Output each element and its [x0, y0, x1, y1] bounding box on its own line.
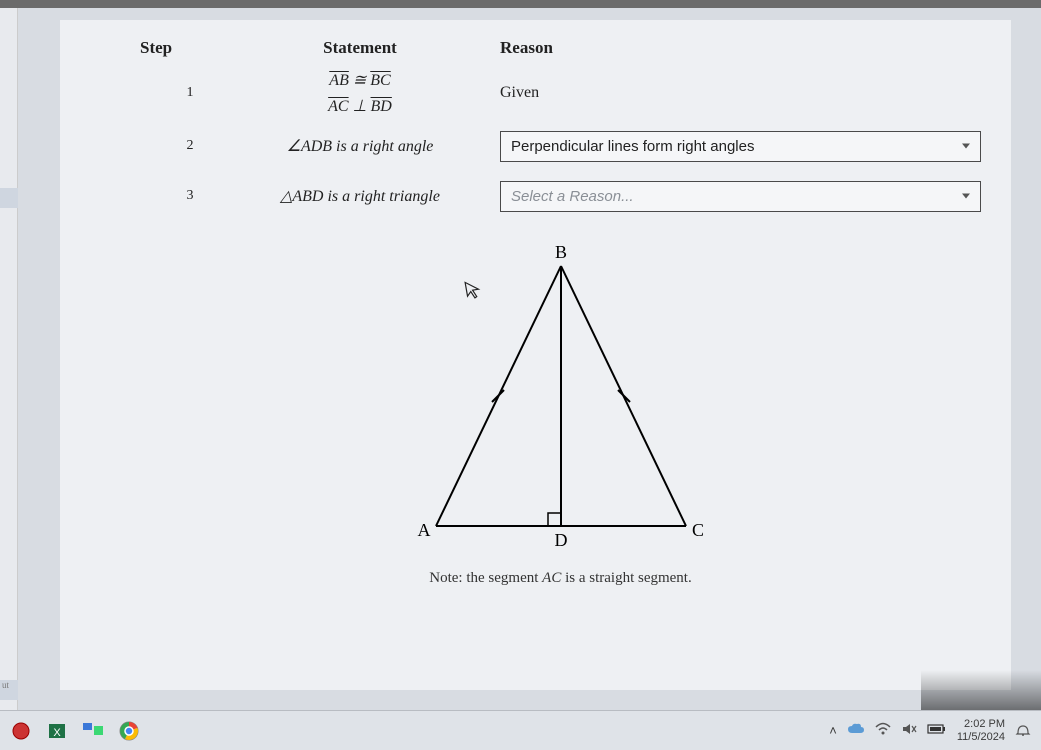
tray-clock[interactable]: 2:02 PM 11/5/2024 [957, 718, 1005, 742]
taskbar-app-icon[interactable] [10, 720, 32, 742]
reason-cell: Perpendicular lines form right angles [480, 131, 981, 162]
taskbar-excel-icon[interactable]: X [46, 720, 68, 742]
statement-cell: AB ≅ BC AC ⊥ BD [240, 70, 480, 116]
taskbar-monitor-icon[interactable] [82, 720, 104, 742]
congruent-symbol: ≅ [349, 72, 370, 89]
cloud-icon[interactable] [847, 722, 865, 739]
proof-row: 3 △ABD is a right triangle Select a Reas… [140, 176, 981, 216]
sound-muted-icon[interactable] [901, 722, 917, 739]
taskbar-left-icons: X [10, 720, 140, 742]
battery-icon[interactable] [927, 723, 947, 738]
note-segment: AC [542, 570, 561, 586]
step-number: 2 [140, 138, 240, 154]
svg-text:X: X [53, 727, 61, 739]
tray-caret-icon[interactable]: ˄ [829, 723, 837, 738]
proof-table-header: Step Statement Reason [140, 38, 981, 58]
segment-ab: AB [329, 72, 349, 89]
statement-cell: △ABD is a right triangle [240, 186, 480, 206]
window-top-edge [0, 0, 1041, 8]
segment-bd: BD [371, 98, 392, 115]
wifi-icon[interactable] [875, 722, 891, 739]
figure-note: Note: the segment AC is a straight segme… [429, 570, 691, 587]
triangle-diagram: B A D C [396, 236, 726, 556]
taskbar-chrome-icon[interactable] [118, 720, 140, 742]
system-tray: ˄ 2:02 PM 11/5/2024 [829, 718, 1031, 742]
sidebar-tab[interactable] [0, 188, 18, 208]
reason-cell: Select a Reason... [480, 181, 981, 212]
vertex-d-label: D [554, 530, 567, 550]
header-reason: Reason [480, 38, 981, 58]
reason-dropdown[interactable]: Select a Reason... [500, 181, 981, 212]
vertex-a-label: A [417, 520, 430, 540]
tray-time: 2:02 PM [957, 718, 1005, 730]
segment-ac: AC [328, 98, 348, 115]
tray-date: 11/5/2024 [957, 731, 1005, 743]
vertex-b-label: B [554, 242, 566, 262]
segment-bc: BC [370, 72, 390, 89]
windows-taskbar[interactable]: X ˄ 2:02 PM 11/5/2024 [0, 710, 1041, 750]
perpendicular-symbol: ⊥ [349, 98, 371, 115]
header-statement: Statement [240, 38, 480, 58]
step-number: 1 [140, 85, 240, 101]
vertex-c-label: C [691, 520, 703, 540]
step-number: 3 [140, 188, 240, 204]
header-step: Step [140, 38, 240, 58]
note-prefix: Note: the segment [429, 570, 542, 586]
note-suffix: is a straight segment. [561, 570, 691, 586]
left-sidebar-strip: ut [0, 8, 18, 710]
sidebar-tab-label[interactable]: ut [0, 680, 18, 700]
proof-row: 2 ∠ADB is a right angle Perpendicular li… [140, 126, 981, 166]
reason-dropdown[interactable]: Perpendicular lines form right angles [500, 131, 981, 162]
dropdown-value: Perpendicular lines form right angles [511, 138, 754, 155]
proof-content-panel: Step Statement Reason 1 AB ≅ BC AC ⊥ BD … [60, 20, 1011, 690]
proof-row: 1 AB ≅ BC AC ⊥ BD Given [140, 70, 981, 116]
statement-cell: ∠ADB is a right angle [240, 136, 480, 156]
dropdown-placeholder: Select a Reason... [511, 188, 634, 205]
notification-icon[interactable] [1015, 721, 1031, 740]
reason-cell: Given [480, 84, 981, 102]
figure-area: B A D C Note: the segment AC is a straig… [140, 236, 981, 587]
